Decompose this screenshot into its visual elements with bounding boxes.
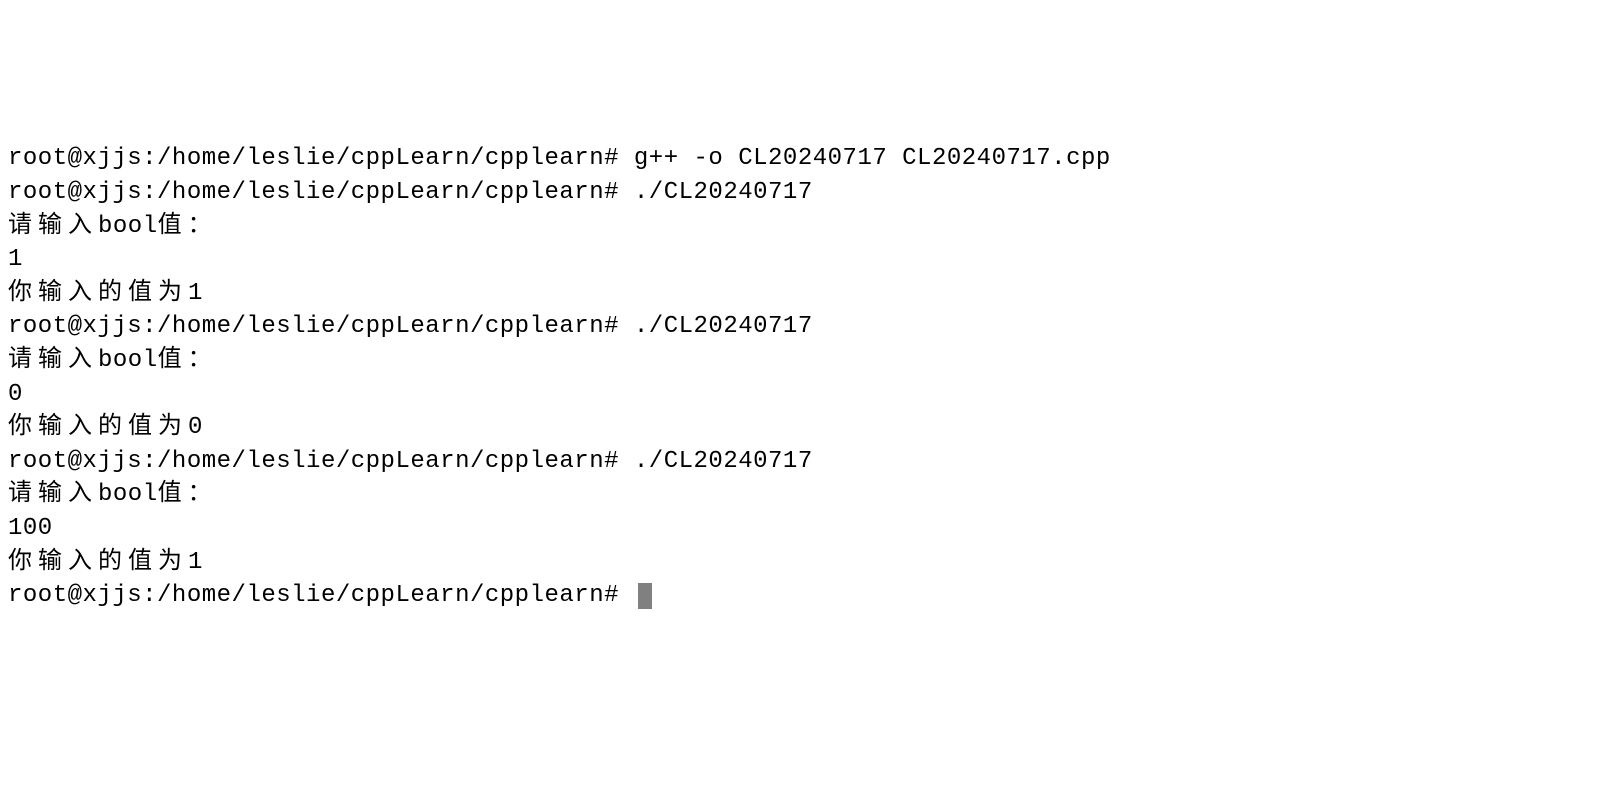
shell-prompt: root@xjjs:/home/leslie/cppLearn/cpplearn… xyxy=(8,313,634,340)
terminal-line: 你输入的值为1 xyxy=(8,277,1616,311)
shell-prompt: root@xjjs:/home/leslie/cppLearn/cpplearn… xyxy=(8,448,634,475)
output-text: 值： xyxy=(158,347,218,374)
cursor-icon xyxy=(638,583,652,609)
output-text: 值： xyxy=(158,481,218,508)
terminal-line: 请输入bool值： xyxy=(8,210,1616,244)
terminal-line: 请输入bool值： xyxy=(8,344,1616,378)
output-text: 0 xyxy=(188,414,203,441)
output-text: 1 xyxy=(188,549,203,576)
terminal-line: 0 xyxy=(8,378,1616,412)
output-text: 你输入的值为 xyxy=(8,549,188,576)
output-text: 请输入 xyxy=(8,213,98,240)
terminal-line: 请输入bool值： xyxy=(8,478,1616,512)
command-text: ./CL20240717 xyxy=(634,179,813,206)
terminal-line: root@xjjs:/home/leslie/cppLearn/cpplearn… xyxy=(8,176,1616,210)
output-text: 你输入的值为 xyxy=(8,280,188,307)
terminal-line: 100 xyxy=(8,512,1616,546)
user-input: 1 xyxy=(8,246,23,273)
terminal-line: root@xjjs:/home/leslie/cppLearn/cpplearn… xyxy=(8,142,1616,176)
terminal-line: 1 xyxy=(8,243,1616,277)
terminal-output[interactable]: root@xjjs:/home/leslie/cppLearn/cpplearn… xyxy=(8,142,1616,612)
command-text: ./CL20240717 xyxy=(634,313,813,340)
output-text: bool xyxy=(98,347,158,374)
shell-prompt: root@xjjs:/home/leslie/cppLearn/cpplearn… xyxy=(8,582,634,609)
output-text: bool xyxy=(98,481,158,508)
user-input: 100 xyxy=(8,515,53,542)
terminal-line: 你输入的值为1 xyxy=(8,546,1616,580)
output-text: 值： xyxy=(158,213,218,240)
command-text: g++ -o CL20240717 CL20240717.cpp xyxy=(634,145,1111,172)
command-text: ./CL20240717 xyxy=(634,448,813,475)
output-text: 1 xyxy=(188,280,203,307)
terminal-line: root@xjjs:/home/leslie/cppLearn/cpplearn… xyxy=(8,579,1616,613)
terminal-line: 你输入的值为0 xyxy=(8,411,1616,445)
terminal-line: root@xjjs:/home/leslie/cppLearn/cpplearn… xyxy=(8,445,1616,479)
shell-prompt: root@xjjs:/home/leslie/cppLearn/cpplearn… xyxy=(8,179,634,206)
user-input: 0 xyxy=(8,381,23,408)
output-text: 你输入的值为 xyxy=(8,414,188,441)
terminal-line: root@xjjs:/home/leslie/cppLearn/cpplearn… xyxy=(8,310,1616,344)
output-text: 请输入 xyxy=(8,481,98,508)
shell-prompt: root@xjjs:/home/leslie/cppLearn/cpplearn… xyxy=(8,145,634,172)
output-text: 请输入 xyxy=(8,347,98,374)
output-text: bool xyxy=(98,213,158,240)
